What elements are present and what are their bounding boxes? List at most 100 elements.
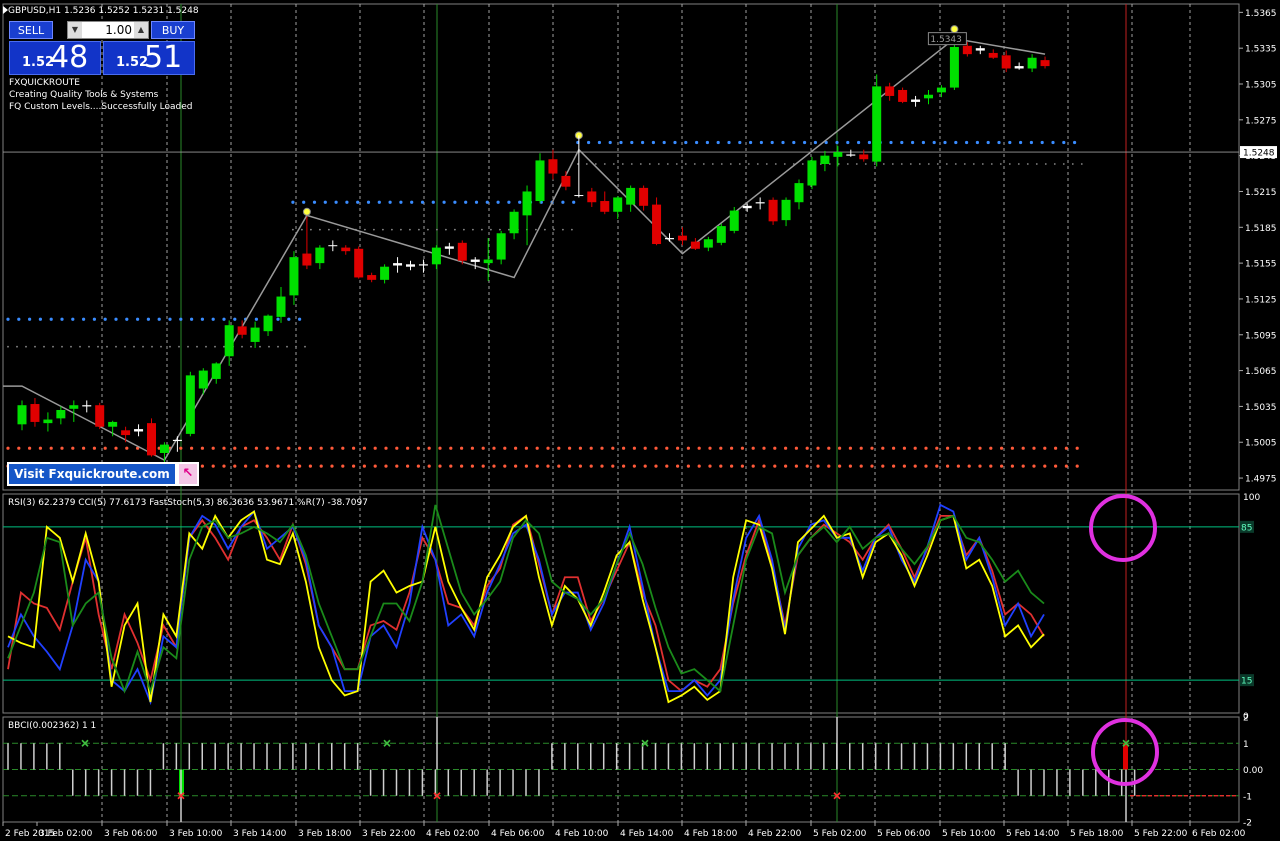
level-dot [762, 446, 766, 450]
sell-button[interactable]: SELL [9, 21, 53, 39]
time-axis-label: 3 Feb 10:00 [169, 829, 223, 839]
level-dot [765, 163, 768, 165]
level-dot [902, 464, 907, 468]
level-dot [79, 345, 81, 348]
level-dot [881, 446, 885, 450]
candle-body [393, 263, 403, 266]
candle-body [561, 175, 571, 187]
level-dot [708, 446, 712, 450]
level-dot [223, 345, 225, 348]
level-dot [97, 345, 99, 348]
arrow-icon[interactable]: ↖ [179, 464, 197, 484]
ask-price-box[interactable]: 1.52 51 [103, 40, 195, 75]
bbci-signal-bar [1123, 743, 1128, 770]
candle-body [95, 405, 105, 427]
time-axis-label: 4 Feb 22:00 [748, 829, 802, 839]
level-dot [654, 446, 658, 450]
candle-body [17, 405, 27, 425]
level-dot [410, 200, 414, 204]
level-dot [472, 228, 474, 231]
candle-body [418, 264, 428, 266]
level-dot [244, 464, 248, 468]
level-dot [662, 140, 666, 145]
level-dot [986, 140, 990, 145]
level-dot [287, 317, 291, 321]
candle-body [794, 183, 804, 203]
level-dot [801, 163, 804, 165]
candle-body [859, 154, 869, 160]
level-dot [43, 345, 45, 348]
level-dot [211, 464, 215, 468]
level-dot [265, 464, 269, 468]
buy-button[interactable]: BUY [151, 21, 195, 39]
candle-body [69, 405, 79, 409]
price-tick-label: 1.5155 [1245, 260, 1277, 270]
level-dot [187, 345, 189, 348]
level-dot [711, 163, 714, 165]
level-dot [589, 446, 593, 450]
level-dot [859, 464, 863, 468]
bbci-tick-label: 0.00 [1243, 766, 1263, 776]
level-dot [125, 317, 129, 321]
level-dot [406, 464, 410, 468]
level-dot [211, 317, 215, 321]
level-dot [1017, 163, 1020, 165]
time-axis-label: 3 Feb 14:00 [233, 829, 287, 839]
level-dot [319, 464, 323, 468]
level-dot [233, 317, 237, 321]
level-dot [1010, 446, 1015, 450]
trading-chart[interactable]: 1.53651.53351.53051.52751.52451.52151.51… [0, 0, 1280, 841]
candle-body [406, 264, 415, 267]
level-dot [524, 446, 529, 450]
visit-website-banner[interactable]: Visit Fxquickroute.com ↖ [7, 462, 199, 486]
level-dot [287, 446, 291, 450]
level-dot [794, 446, 799, 450]
bid-price-box[interactable]: 1.52 48 [9, 40, 101, 75]
lot-decrease-icon[interactable]: ▼ [68, 22, 82, 38]
level-dot [557, 464, 561, 468]
candle-body [936, 87, 946, 93]
level-dot [464, 200, 468, 204]
level-dot [406, 446, 410, 450]
level-dot [179, 317, 183, 321]
lot-size-stepper[interactable]: ▼ 1.00 ▲ [67, 21, 149, 39]
time-axis-label: 5 Feb 02:00 [813, 829, 867, 839]
candle-body [224, 325, 234, 357]
bbci-title: BBCI(0.002362) 1 1 [8, 721, 96, 731]
level-dot [319, 446, 323, 450]
level-dot [211, 446, 215, 450]
bbci-tick-label: -1 [1243, 792, 1252, 802]
level-dot [179, 446, 183, 450]
level-dot [1075, 464, 1079, 468]
level-dot [989, 446, 993, 450]
level-dot [295, 345, 297, 348]
level-dot [1019, 140, 1023, 145]
candle-body [289, 257, 299, 296]
level-dot [352, 446, 356, 450]
level-dot [1000, 464, 1004, 468]
lot-size-value[interactable]: 1.00 [84, 22, 132, 38]
candle-body [872, 86, 882, 162]
candle-body [975, 48, 985, 51]
level-dot [756, 163, 759, 165]
candle-body [898, 89, 908, 102]
level-dot [1029, 140, 1033, 145]
time-axis-label: 3 Feb 02:00 [39, 829, 93, 839]
level-dot [719, 464, 723, 468]
level-dot [453, 200, 457, 204]
lot-increase-icon[interactable]: ▲ [134, 22, 148, 38]
level-dot [470, 464, 474, 468]
level-dot [418, 228, 420, 231]
level-dot [535, 446, 539, 450]
level-dot [730, 464, 734, 468]
level-dot [562, 228, 564, 231]
level-dot [16, 345, 18, 348]
level-dot [749, 140, 753, 145]
level-dot [954, 163, 957, 165]
level-dot [981, 163, 984, 165]
visit-website-link[interactable]: Visit Fxquickroute.com [9, 464, 175, 484]
zigzag-swing-marker [302, 207, 311, 216]
level-dot [585, 163, 588, 165]
level-dot [49, 446, 53, 450]
level-dot [784, 464, 788, 468]
